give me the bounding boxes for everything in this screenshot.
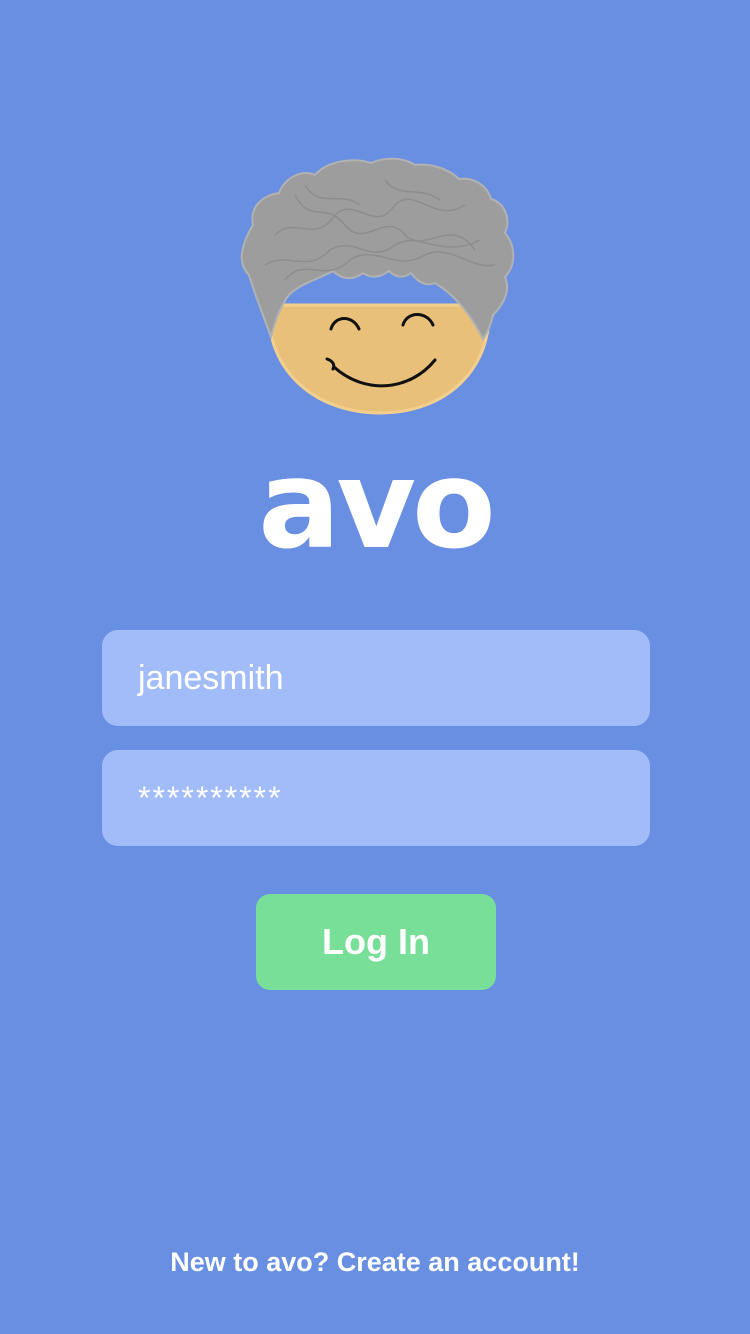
password-field[interactable]: **********: [102, 750, 650, 846]
login-button[interactable]: Log In: [256, 894, 496, 990]
create-account-link[interactable]: New to avo? Create an account!: [0, 1244, 750, 1280]
app-logo-wordmark: avo: [258, 434, 496, 576]
login-screen: avo janesmith ********** Log In New to a…: [0, 0, 750, 1334]
username-field[interactable]: janesmith: [102, 630, 650, 726]
smiling-face-avatar-icon: [235, 155, 520, 420]
password-value: **********: [138, 779, 283, 816]
username-value: janesmith: [138, 658, 284, 697]
